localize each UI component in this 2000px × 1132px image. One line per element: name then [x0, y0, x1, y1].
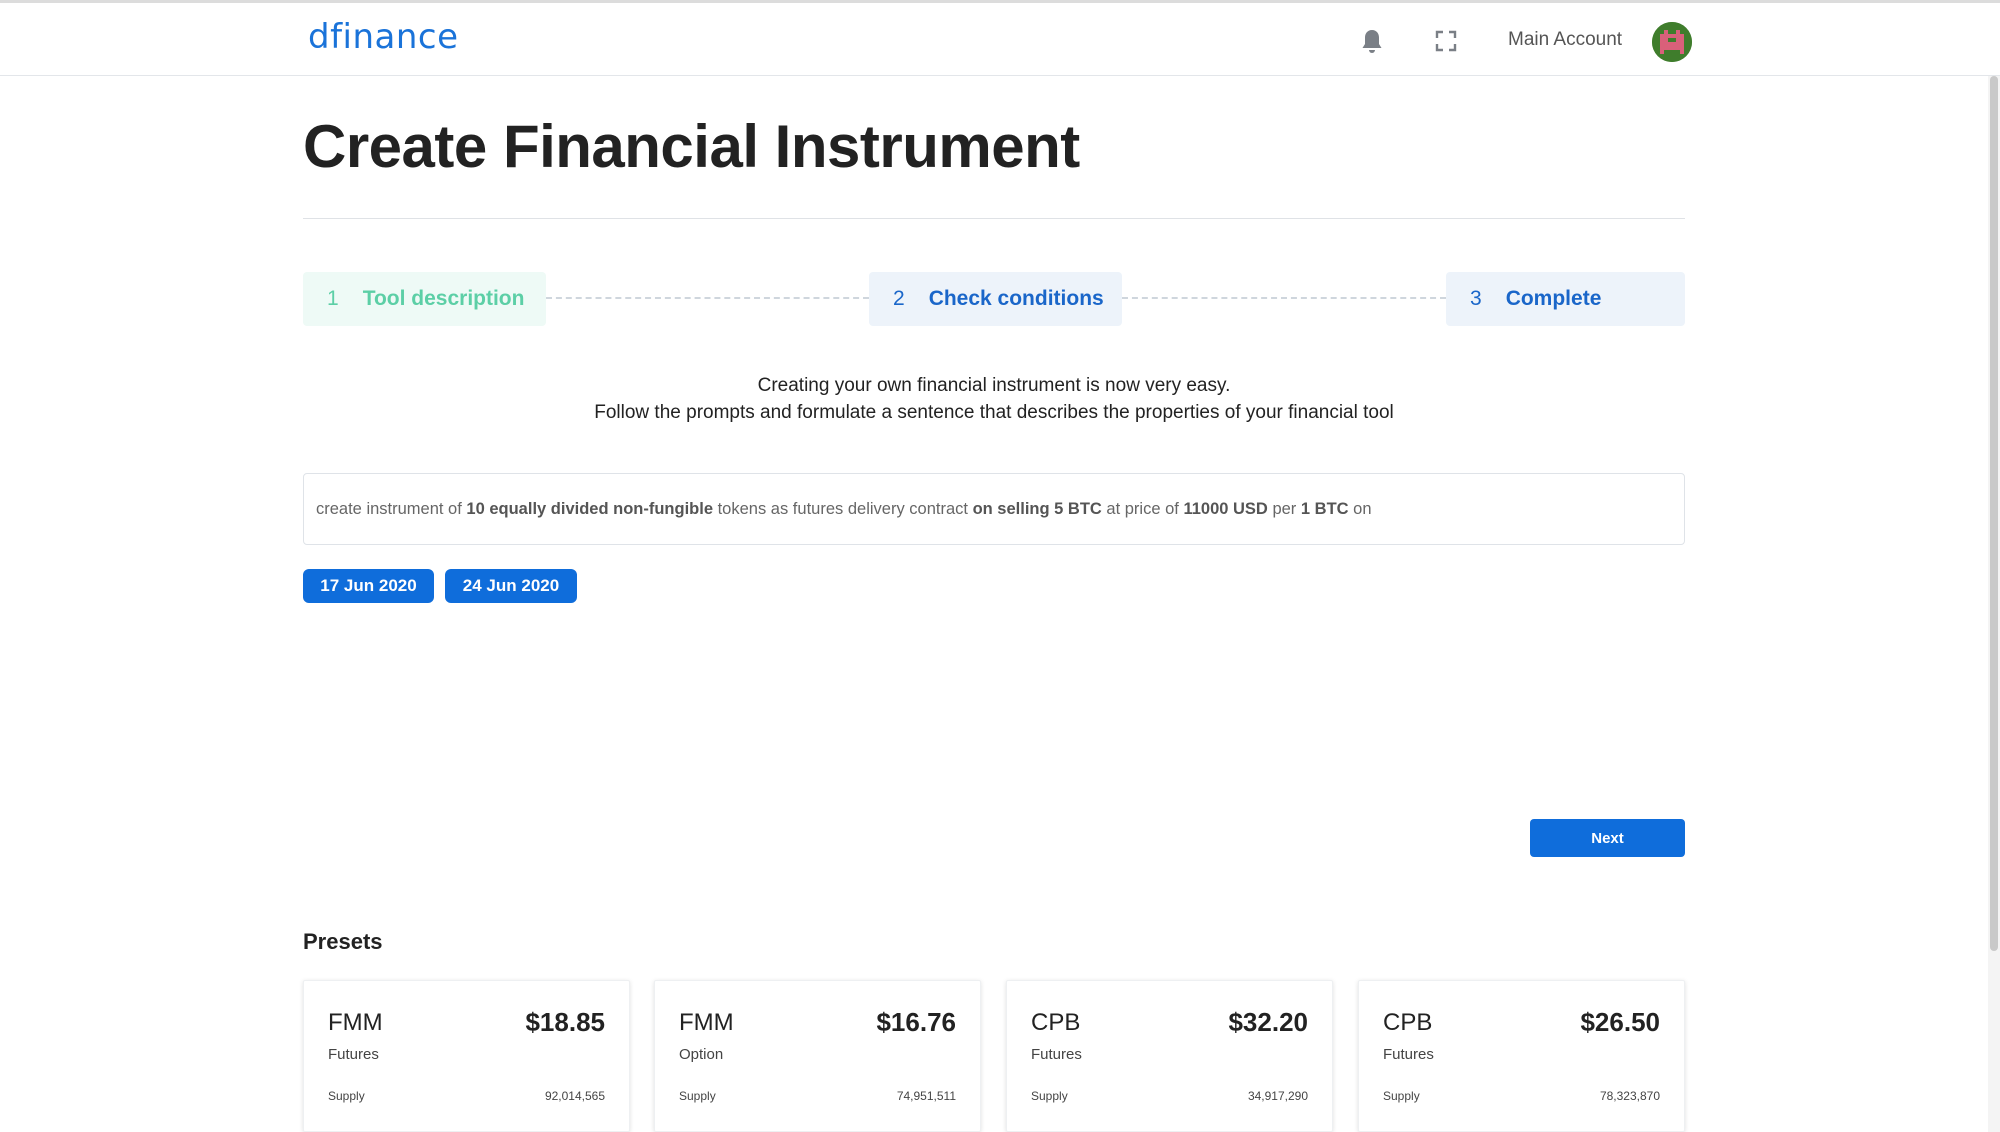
preset-price: $26.50 — [1580, 1007, 1660, 1037]
sentence-token-side[interactable]: on selling 5 BTC — [973, 500, 1102, 519]
preset-supply-label: Supply — [328, 1089, 365, 1103]
top-navbar: dfinance Main Account — [0, 3, 2000, 76]
sentence-token-quantity[interactable]: 10 equally divided non-fungible — [466, 500, 713, 519]
preset-ticker: CPB — [1031, 1009, 1081, 1036]
fullscreen-icon[interactable] — [1434, 29, 1458, 53]
title-divider — [303, 218, 1685, 219]
page-title: Create Financial Instrument — [303, 113, 1080, 180]
preset-type: Option — [679, 1046, 724, 1063]
preset-supply-value: 78,323,870 — [1599, 1089, 1660, 1103]
preset-card[interactable]: FMM $18.85 Futures Supply 92,014,565 — [303, 980, 630, 1132]
sentence-token-unit[interactable]: 1 BTC — [1301, 500, 1349, 519]
step-label: Complete — [1505, 287, 1602, 310]
step-check-conditions[interactable]: 2 Check conditions — [869, 272, 1122, 326]
preset-type: Futures — [328, 1046, 379, 1063]
preset-supply-label: Supply — [1383, 1089, 1420, 1103]
sentence-text: tokens as futures delivery contract — [713, 499, 973, 518]
preset-type: Futures — [1383, 1046, 1434, 1063]
next-button[interactable]: Next — [1530, 819, 1685, 857]
sentence-text: per — [1267, 499, 1301, 518]
preset-ticker: FMM — [328, 1009, 383, 1036]
step-connector-1 — [546, 297, 869, 299]
presets-heading: Presets — [303, 929, 383, 954]
preset-card[interactable]: FMM $16.76 Option Supply 74,951,511 — [654, 980, 981, 1132]
preset-supply-value: 74,951,511 — [896, 1089, 956, 1103]
preset-type: Futures — [1031, 1046, 1082, 1063]
preset-supply-value: 34,917,290 — [1247, 1089, 1308, 1103]
sentence-text: on — [1348, 499, 1372, 518]
step-label: Check conditions — [928, 287, 1104, 310]
scrollbar-thumb[interactable] — [1990, 76, 1998, 951]
step-connector-2 — [1122, 297, 1446, 299]
step-label: Tool description — [362, 287, 525, 310]
page-scrollbar[interactable] — [1988, 76, 2000, 1132]
preset-ticker: FMM — [679, 1009, 734, 1036]
preset-price: $16.76 — [876, 1007, 956, 1037]
sentence-text: at price of — [1101, 499, 1184, 518]
step-number: 3 — [1470, 287, 1482, 310]
intro-text: Creating your own financial instrument i… — [303, 372, 1685, 426]
intro-line-1: Creating your own financial instrument i… — [757, 375, 1231, 396]
preset-card[interactable]: CPB $26.50 Futures Supply 78,323,870 — [1358, 980, 1685, 1132]
instrument-sentence-field[interactable]: create instrument of 10 equally divided … — [303, 473, 1685, 545]
intro-line-2: Follow the prompts and formulate a sente… — [594, 402, 1394, 423]
preset-supply-label: Supply — [679, 1089, 716, 1103]
step-number: 2 — [893, 287, 905, 310]
date-option-chip[interactable]: 17 Jun 2020 — [303, 569, 434, 603]
preset-price: $18.85 — [525, 1007, 605, 1037]
account-name[interactable]: Main Account — [1508, 29, 1622, 51]
date-option-chip[interactable]: 24 Jun 2020 — [445, 569, 577, 603]
bell-icon[interactable] — [1360, 28, 1384, 56]
dfinance-logo[interactable]: dfinance — [308, 17, 459, 57]
step-number: 1 — [327, 287, 339, 310]
preset-supply-value: 92,014,565 — [544, 1089, 605, 1103]
step-complete[interactable]: 3 Complete — [1446, 272, 1685, 326]
step-tool-description[interactable]: 1 Tool description — [303, 272, 546, 326]
sentence-token-price[interactable]: 11000 USD — [1183, 500, 1267, 519]
sentence-text: create instrument of — [316, 499, 467, 518]
preset-price: $32.20 — [1228, 1007, 1308, 1037]
preset-ticker: CPB — [1383, 1009, 1433, 1036]
avatar-icon[interactable] — [1652, 22, 1692, 62]
preset-card[interactable]: CPB $32.20 Futures Supply 34,917,290 — [1006, 980, 1333, 1132]
preset-supply-label: Supply — [1031, 1089, 1068, 1103]
